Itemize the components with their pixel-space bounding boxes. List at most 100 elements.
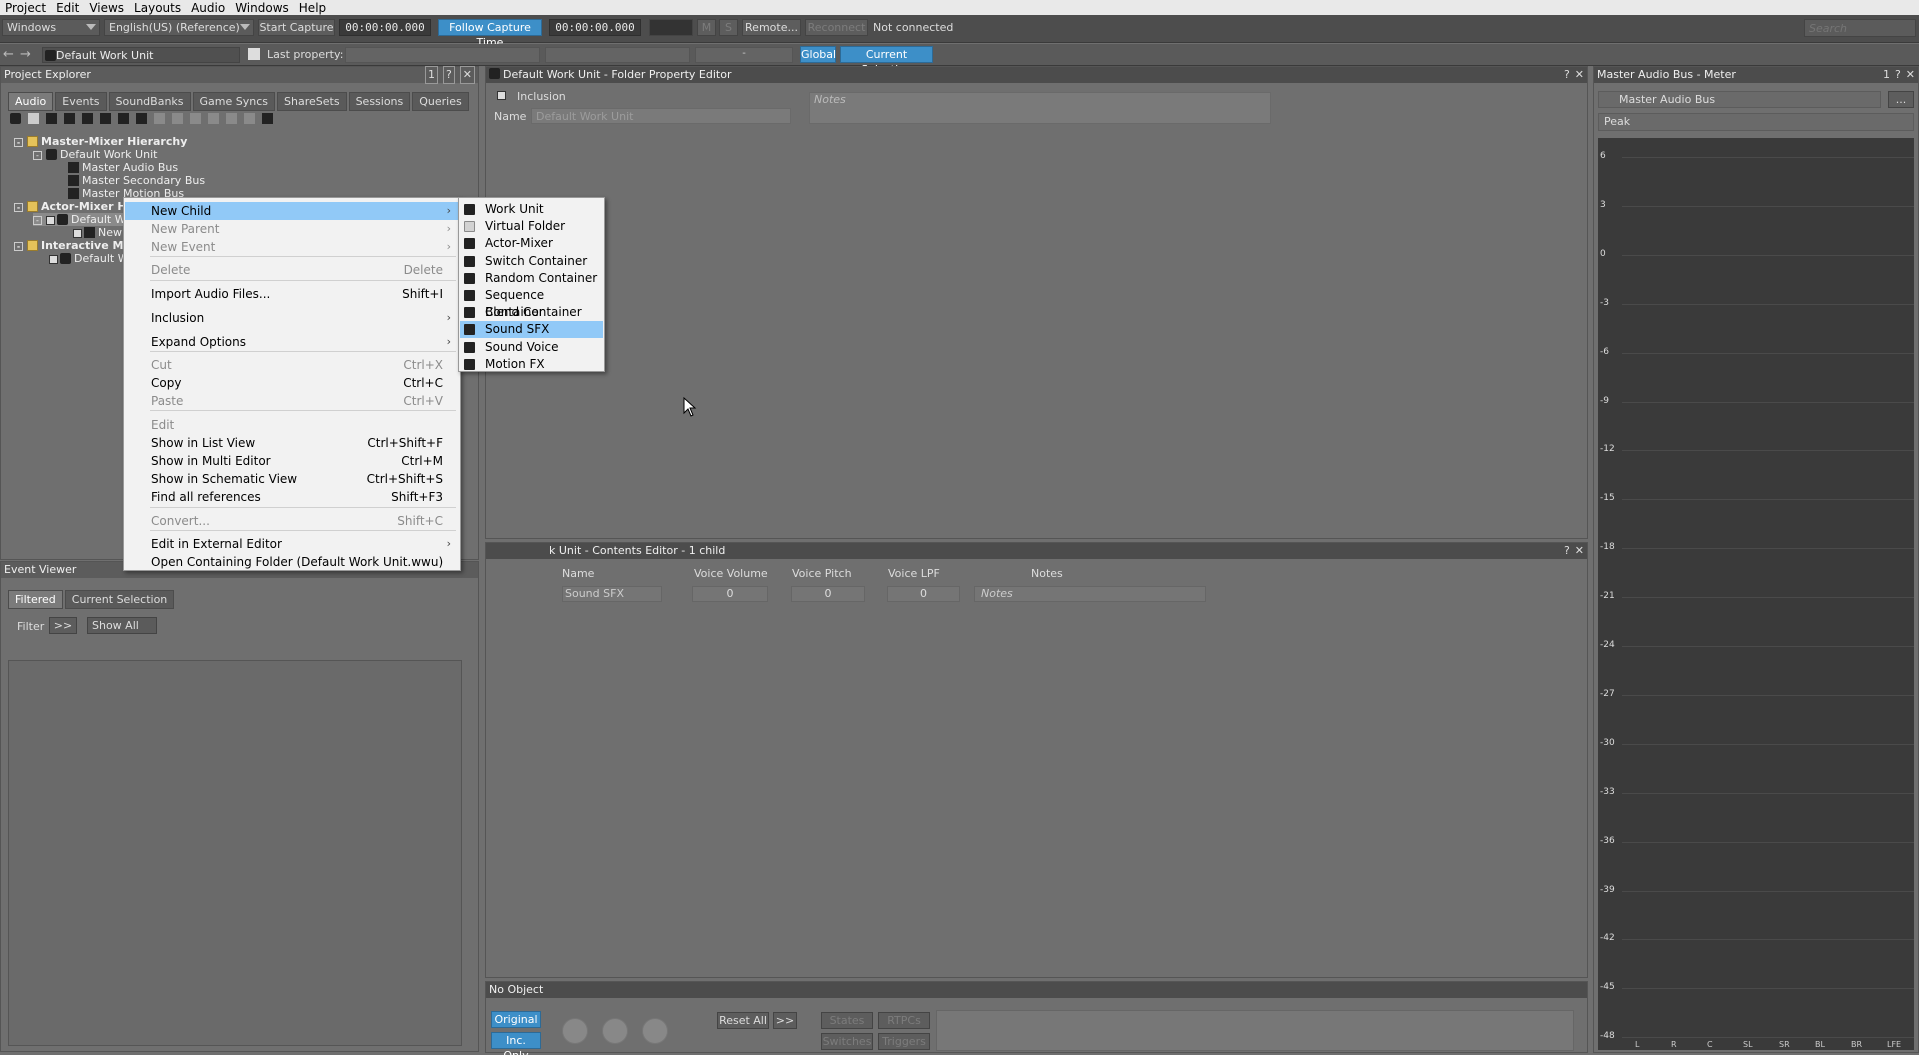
voice-volume-slider[interactable]: 0: [692, 586, 768, 602]
submenu-item[interactable]: Switch Container: [460, 253, 603, 270]
meter-mode-combo[interactable]: Peak: [1598, 113, 1914, 131]
menu-layouts[interactable]: Layouts: [129, 1, 186, 15]
current-selection-button[interactable]: Current Selection: [840, 46, 933, 76]
help-icon[interactable]: ?: [1564, 67, 1570, 83]
row-name-cell[interactable]: Sound SFX: [562, 586, 662, 602]
collapse-icon[interactable]: -: [33, 216, 42, 225]
language-combo[interactable]: English(US) (Reference): [104, 19, 254, 36]
pause-icon[interactable]: [602, 1018, 628, 1044]
submenu-item[interactable]: Motion FX: [460, 356, 603, 373]
reset-all-button[interactable]: Reset All: [717, 1012, 769, 1029]
back-arrow-icon[interactable]: ←: [3, 47, 14, 62]
close-icon[interactable]: ✕: [1575, 67, 1584, 83]
submenu-item[interactable]: Work Unit: [460, 201, 603, 218]
switch-container-icon[interactable]: [100, 113, 111, 124]
collapse-icon[interactable]: -: [14, 203, 23, 212]
context-menu-item[interactable]: Inclusion ›: [125, 309, 459, 327]
original-button[interactable]: Original: [491, 1011, 541, 1028]
selected-object-field[interactable]: Default Work Unit: [42, 47, 240, 63]
column-header-voice-volume[interactable]: Voice Volume: [694, 567, 768, 580]
close-icon[interactable]: ✕: [459, 66, 475, 84]
submenu-item[interactable]: Virtual Folder: [460, 218, 603, 235]
context-menu-item[interactable]: Edit in External Editor ›: [125, 535, 459, 553]
mute-button[interactable]: M: [697, 19, 716, 36]
motion-fx-icon[interactable]: [262, 113, 273, 124]
sequence-container-icon[interactable]: [82, 113, 93, 124]
tab-queries[interactable]: Queries: [412, 92, 469, 111]
remote-button[interactable]: Remote...: [742, 19, 801, 36]
submenu-item[interactable]: Sequence Container: [460, 287, 603, 319]
tab-current-selection[interactable]: Current Selection: [64, 590, 175, 609]
menu-edit[interactable]: Edit: [51, 1, 84, 15]
event-list[interactable]: [8, 660, 462, 1046]
stop-icon[interactable]: [562, 1018, 588, 1044]
menu-help[interactable]: Help: [294, 1, 331, 15]
show-all-combo[interactable]: Show All: [87, 617, 157, 634]
states-tab[interactable]: States: [821, 1012, 873, 1029]
submenu-item[interactable]: Blend Container: [460, 304, 603, 321]
tab-game-syncs[interactable]: Game Syncs: [192, 92, 276, 111]
switches-tab[interactable]: Switches: [821, 1033, 873, 1050]
tab-soundbanks[interactable]: SoundBanks: [108, 92, 191, 111]
context-menu-item[interactable]: Convert... Shift+C: [125, 512, 459, 530]
tree-item[interactable]: Master Secondary Bus: [68, 174, 205, 187]
inc-only-button[interactable]: Inc. Only: [491, 1032, 541, 1055]
forward-arrow-icon[interactable]: →: [20, 47, 31, 62]
checkbox-icon[interactable]: [73, 229, 82, 238]
help-icon[interactable]: ?: [1564, 543, 1570, 559]
submenu-item[interactable]: Sound Voice: [460, 339, 603, 356]
help-icon[interactable]: ?: [1895, 67, 1901, 83]
column-header-voice-pitch[interactable]: Voice Pitch: [792, 567, 852, 580]
help-icon[interactable]: ?: [442, 66, 455, 84]
column-header-name[interactable]: Name: [562, 567, 594, 580]
context-menu-item[interactable]: Open Containing Folder (Default Work Uni…: [125, 553, 459, 571]
bus-field[interactable]: Master Audio Bus: [1598, 91, 1881, 108]
menu-project[interactable]: Project: [0, 1, 51, 15]
collapse-icon[interactable]: -: [14, 138, 23, 147]
layout-combo[interactable]: Windows: [2, 19, 100, 36]
tree-item[interactable]: - Default Work Unit: [33, 148, 157, 161]
context-menu-item[interactable]: Import Audio Files... Shift+I: [125, 285, 459, 303]
context-menu-item[interactable]: New Parent ›: [125, 220, 459, 238]
tab-filtered[interactable]: Filtered: [8, 590, 63, 609]
context-menu-item[interactable]: Paste Ctrl+V: [125, 392, 459, 410]
context-menu-item[interactable]: New Child ›: [125, 202, 459, 220]
close-icon[interactable]: ✕: [1906, 67, 1915, 83]
name-field[interactable]: [531, 108, 791, 124]
context-menu-item[interactable]: Copy Ctrl+C: [125, 374, 459, 392]
actor-mixer-icon[interactable]: [46, 113, 57, 124]
work-unit-icon[interactable]: [10, 113, 21, 124]
sound-sfx-icon[interactable]: [136, 113, 147, 124]
follow-capture-time-button[interactable]: Follow Capture Time: [438, 19, 542, 49]
voice-pitch-slider[interactable]: 0: [791, 586, 865, 602]
column-header-voice-lpf[interactable]: Voice LPF: [888, 567, 940, 580]
tree-item[interactable]: - Master-Mixer Hierarchy: [14, 135, 187, 148]
pin-number[interactable]: 1: [1883, 67, 1890, 83]
last-property-value[interactable]: [545, 47, 690, 63]
tree-item[interactable]: Master Audio Bus: [68, 161, 178, 174]
context-menu-item[interactable]: Find all references Shift+F3: [125, 488, 459, 506]
collapse-icon[interactable]: -: [33, 151, 42, 160]
submenu-item[interactable]: Actor-Mixer: [460, 235, 603, 252]
tab-events[interactable]: Events: [55, 92, 107, 111]
pin-number[interactable]: 1: [424, 66, 438, 84]
reconnect-button[interactable]: Reconnect: [805, 19, 868, 36]
tab-audio[interactable]: Audio: [8, 92, 54, 111]
menu-windows[interactable]: Windows: [230, 1, 294, 15]
close-icon[interactable]: ✕: [1575, 543, 1584, 559]
search-input[interactable]: [1804, 19, 1916, 37]
context-menu-item[interactable]: Delete Delete: [125, 261, 459, 279]
tab-sessions[interactable]: Sessions: [348, 92, 411, 111]
context-menu-item[interactable]: Cut Ctrl+X: [125, 356, 459, 374]
blend-container-icon[interactable]: [118, 113, 129, 124]
row-notes-cell[interactable]: Notes: [974, 586, 1206, 602]
context-menu-item[interactable]: Expand Options ›: [125, 333, 459, 351]
last-property-field[interactable]: [345, 47, 540, 63]
context-menu-item[interactable]: New Event ›: [125, 238, 459, 256]
menu-views[interactable]: Views: [84, 1, 129, 15]
rtpcs-tab[interactable]: RTPCs: [878, 1012, 930, 1029]
tab-sharesets[interactable]: ShareSets: [277, 92, 347, 111]
solo-button[interactable]: S: [719, 19, 738, 36]
triggers-tab[interactable]: Triggers: [878, 1033, 930, 1050]
context-menu-item[interactable]: Show in List View Ctrl+Shift+F: [125, 434, 459, 452]
